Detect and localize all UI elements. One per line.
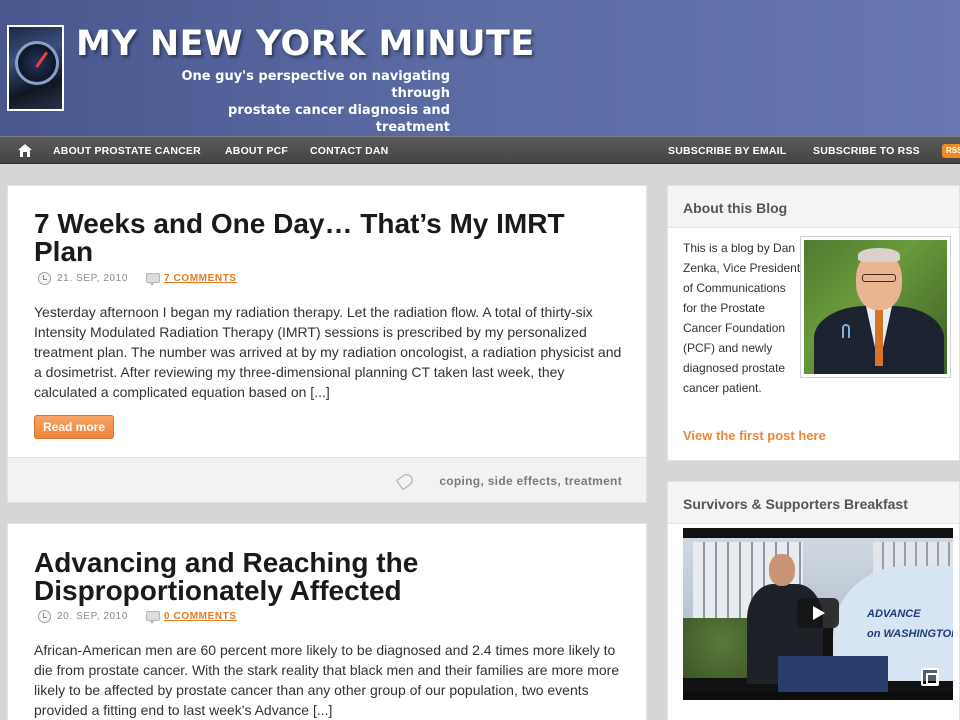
nav-contact-dan[interactable]: CONTACT DAN [310, 145, 388, 157]
tag-icon [395, 471, 416, 491]
post-footer: coping, side effects, treatment [8, 457, 646, 502]
comment-icon [146, 611, 160, 624]
tagline-line-2: prostate cancer diagnosis and treatment [228, 103, 450, 135]
widget-header: Survivors & Supporters Breakfast [668, 482, 959, 524]
video-control-bar [683, 692, 953, 700]
video-banner-text: on WASHINGTON [867, 628, 953, 640]
home-icon[interactable] [18, 144, 32, 157]
clock-icon [38, 610, 51, 623]
site-logo[interactable] [7, 25, 64, 111]
site-header: MY NEW YORK MINUTE One guy's perspective… [0, 0, 960, 136]
post-title[interactable]: Advancing and Reaching the Disproportion… [34, 549, 624, 605]
site-tagline: One guy's perspective on navigating thro… [150, 68, 451, 136]
post-title[interactable]: 7 Weeks and One Day… That’s My IMRT Plan [34, 210, 624, 266]
nav-about-prostate-cancer[interactable]: ABOUT PROSTATE CANCER [53, 145, 201, 157]
post-date: 20. SEP, 2010 [57, 611, 129, 622]
view-first-post-link[interactable]: View the first post here [683, 428, 826, 443]
post-comments-link[interactable]: 7 COMMENTS [164, 273, 237, 284]
fullscreen-icon[interactable] [921, 668, 939, 686]
comment-icon [146, 273, 160, 286]
post-excerpt: Yesterday afternoon I began my radiation… [34, 304, 622, 400]
about-text: This is a blog by Dan Zenka, Vice Presid… [683, 241, 801, 395]
read-more-button[interactable]: Read more [34, 415, 114, 439]
post-card: 7 Weeks and One Day… That’s My IMRT Plan… [7, 185, 647, 503]
play-icon[interactable] [797, 598, 839, 628]
video-player[interactable]: ADVANCE on WASHINGTON [683, 528, 953, 700]
post-comments-link[interactable]: 0 COMMENTS [164, 611, 237, 622]
video-widget: Survivors & Supporters Breakfast ADVANCE… [667, 481, 960, 720]
widget-title: Survivors & Supporters Breakfast [683, 496, 908, 512]
widget-header: About this Blog [668, 186, 959, 228]
post-date: 21. SEP, 2010 [57, 273, 129, 284]
about-widget: About this Blog This is a blog by Dan Ze… [667, 185, 960, 461]
nav-subscribe-rss[interactable]: SUBSCRIBE TO RSS [813, 145, 920, 157]
nav-subscribe-email[interactable]: SUBSCRIBE BY EMAIL [668, 145, 786, 157]
post-card: Advancing and Reaching the Disproportion… [7, 523, 647, 720]
podium [778, 656, 888, 692]
tagline-line-1: One guy's perspective on navigating thro… [181, 69, 451, 101]
author-photo [800, 236, 951, 378]
video-banner-text: ADVANCE [867, 608, 921, 620]
clock-icon [38, 272, 51, 285]
post-tags[interactable]: coping, side effects, treatment [439, 474, 622, 488]
widget-title: About this Blog [683, 200, 788, 216]
rss-icon[interactable]: RSS [942, 144, 960, 158]
nav-about-pcf[interactable]: ABOUT PCF [225, 145, 288, 157]
site-title[interactable]: MY NEW YORK MINUTE [76, 24, 535, 64]
post-excerpt: African-American men are 60 percent more… [34, 642, 620, 718]
main-nav: ABOUT PROSTATE CANCER ABOUT PCF CONTACT … [0, 136, 960, 164]
